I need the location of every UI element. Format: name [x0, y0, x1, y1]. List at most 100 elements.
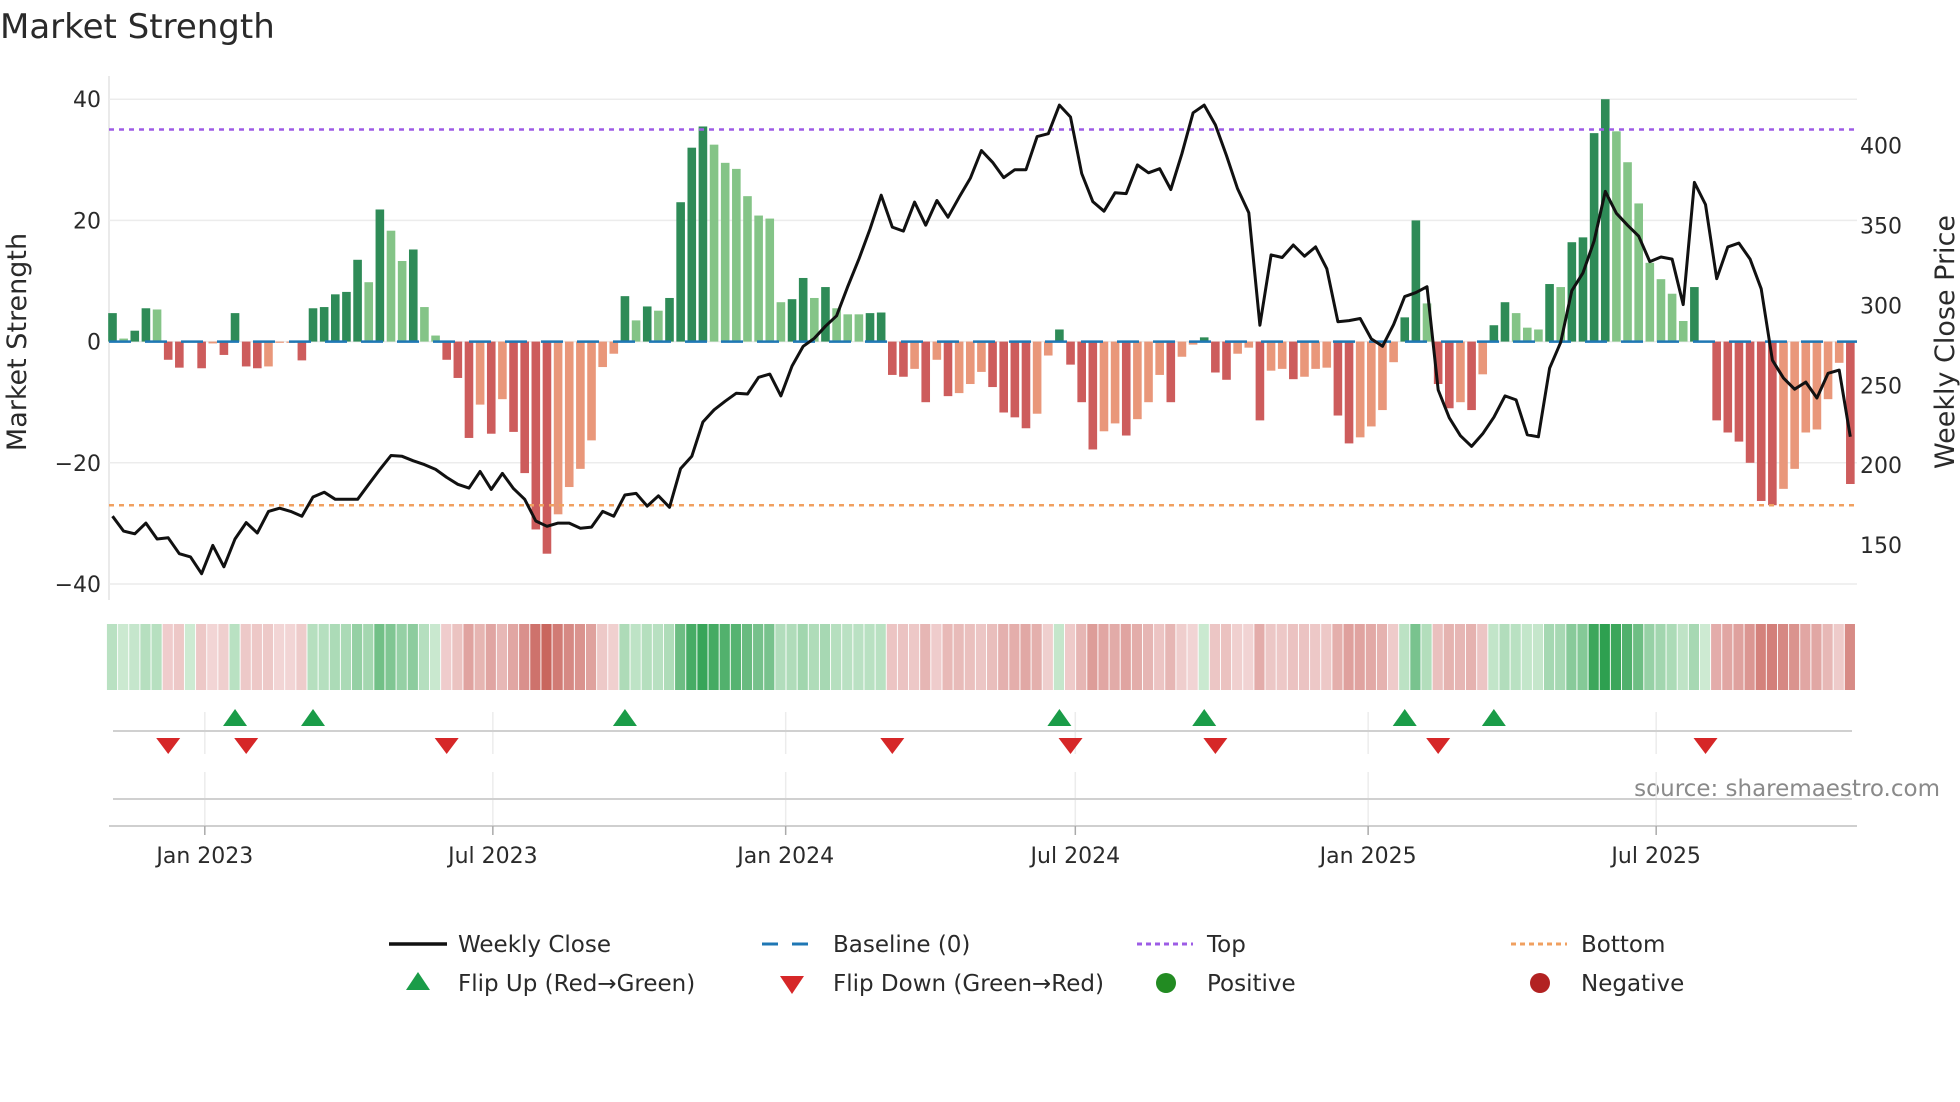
heat-cell	[229, 624, 240, 690]
strength-bar	[375, 209, 385, 342]
legend-negative: Negative	[1581, 971, 1684, 997]
heat-cell	[274, 624, 285, 690]
heat-cell	[1165, 624, 1176, 690]
heat-cell	[207, 624, 218, 690]
heat-cell	[1421, 624, 1432, 690]
y2-tick-label: 400	[1860, 135, 1902, 160]
heat-cell	[407, 624, 418, 690]
strength-bar	[1088, 341, 1098, 450]
strength-bar	[1600, 99, 1610, 342]
x-tick-label: Jul 2025	[1609, 844, 1701, 869]
strength-bar	[576, 341, 585, 469]
strength-bar	[1211, 341, 1220, 373]
heat-cell	[608, 624, 619, 690]
heat-cell	[797, 624, 808, 690]
heat-cell	[1154, 624, 1165, 690]
strength-bar	[921, 341, 931, 403]
heat-cell	[1187, 624, 1198, 690]
heat-cell	[942, 624, 953, 690]
strength-bar	[464, 341, 474, 438]
heat-cell	[1332, 624, 1343, 690]
strength-bar	[1578, 237, 1588, 342]
strength-bars	[108, 99, 1855, 554]
flip-up-marker	[223, 709, 248, 726]
strength-bar	[1812, 341, 1822, 430]
heat-cell	[1321, 624, 1332, 690]
strength-bar	[1623, 162, 1632, 342]
heat-cell	[775, 624, 786, 690]
y-tick-label: 0	[87, 331, 101, 356]
strength-bar	[965, 341, 975, 385]
x-tick-label: Jan 2023	[154, 844, 253, 869]
heat-cell	[1610, 624, 1622, 690]
heat-cell	[196, 624, 207, 690]
heat-cell	[285, 624, 296, 690]
heat-cell	[140, 624, 151, 690]
strength-bar	[1322, 341, 1332, 368]
negative-dot-icon	[1530, 973, 1550, 993]
strength-heat-strip	[106, 624, 1855, 690]
strength-bar	[1667, 293, 1677, 342]
heat-cell	[853, 624, 864, 690]
strength-bar	[910, 341, 919, 369]
heat-cell	[1588, 624, 1599, 690]
strength-bar	[609, 341, 619, 354]
heat-cell	[831, 624, 842, 690]
heat-cell	[563, 624, 574, 690]
strength-bar	[620, 296, 630, 342]
heat-cell	[675, 624, 686, 690]
strength-bar	[977, 341, 986, 372]
y-tick-label: 40	[73, 88, 101, 113]
strength-bar	[943, 341, 953, 397]
heat-cell	[162, 624, 173, 690]
strength-bar	[1489, 325, 1499, 342]
strength-bar	[1121, 341, 1131, 436]
strength-bar	[1634, 203, 1643, 342]
heat-cell	[1543, 624, 1555, 690]
heat-cell	[1087, 624, 1098, 690]
strength-bar	[1233, 341, 1242, 354]
heat-cell	[1466, 624, 1477, 690]
strength-bar	[408, 249, 418, 342]
heat-cell	[1599, 624, 1610, 690]
flip-down-marker	[1426, 738, 1451, 754]
market-strength-chart: Market Strength Market Strength Weekly C…	[0, 7, 1960, 997]
heat-cell	[1566, 624, 1577, 690]
strength-bar	[654, 310, 663, 342]
heat-cell	[296, 624, 307, 690]
heat-cell	[875, 624, 886, 690]
heat-cell	[1176, 624, 1187, 690]
heat-cell	[1644, 624, 1655, 690]
strength-bar	[787, 299, 797, 342]
heat-cell	[262, 624, 274, 690]
heat-cell	[129, 624, 140, 690]
legend-flip-down: Flip Down (Green→Red)	[833, 971, 1104, 997]
heat-cell	[1098, 624, 1109, 690]
heat-cell	[1031, 624, 1042, 690]
strength-bar	[1043, 341, 1053, 356]
strength-bar	[843, 314, 853, 342]
strength-bar	[264, 341, 273, 367]
heat-cell	[1577, 624, 1588, 690]
heat-cell	[1499, 624, 1510, 690]
strength-bar	[520, 341, 529, 474]
strength-bar	[1289, 341, 1298, 380]
strength-bar	[1367, 341, 1376, 427]
strength-bar	[732, 168, 741, 342]
legend-flip-up: Flip Up (Red→Green)	[458, 971, 695, 997]
heat-cell	[1510, 624, 1521, 690]
strength-bar	[1790, 341, 1799, 469]
heat-cell	[1142, 624, 1154, 690]
strength-bar	[754, 215, 763, 342]
heat-cell	[808, 624, 819, 690]
heat-cell	[1209, 624, 1220, 690]
heat-cell	[597, 624, 608, 690]
strength-bar	[1021, 341, 1031, 429]
strength-bar	[1144, 341, 1153, 403]
heat-cell	[986, 624, 998, 690]
heat-cell	[1800, 624, 1811, 690]
heat-cell	[585, 624, 597, 690]
strength-bar	[1712, 341, 1721, 421]
strength-bar	[1734, 341, 1744, 442]
strength-bar	[1378, 341, 1387, 411]
